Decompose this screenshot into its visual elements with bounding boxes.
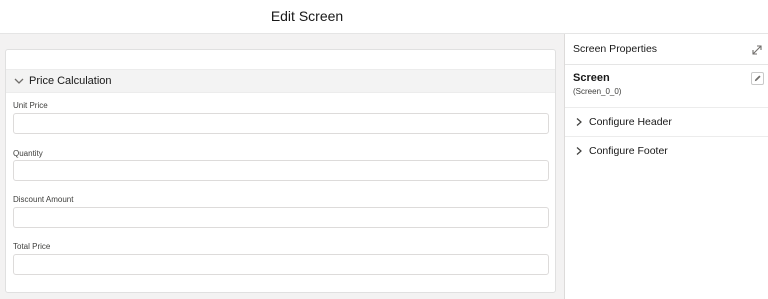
- configure-footer-section[interactable]: Configure Footer: [565, 136, 768, 165]
- screen-card[interactable]: Price Calculation Unit Price Quantity Di…: [5, 49, 556, 293]
- unit-price-input[interactable]: [13, 113, 549, 134]
- screen-canvas: Price Calculation Unit Price Quantity Di…: [0, 34, 564, 299]
- field-label-total-price: Total Price: [13, 242, 51, 251]
- configure-footer-label: Configure Footer: [589, 145, 668, 157]
- field-label-discount-amount: Discount Amount: [13, 195, 74, 204]
- page-title: Edit Screen: [270, 8, 344, 24]
- configure-header-label: Configure Header: [589, 116, 672, 128]
- properties-panel-header: Screen Properties: [565, 34, 768, 65]
- chevron-down-icon: [14, 78, 24, 84]
- configure-header-section[interactable]: Configure Header: [565, 107, 768, 136]
- expand-icon[interactable]: [751, 44, 763, 56]
- screen-api-name: (Screen_0_0): [573, 87, 622, 96]
- edit-screen-button[interactable]: [751, 72, 764, 85]
- screen-label: Screen: [573, 72, 610, 84]
- properties-panel-title: Screen Properties: [573, 43, 658, 55]
- total-price-input[interactable]: [13, 254, 549, 275]
- pencil-icon: [754, 75, 761, 82]
- discount-amount-input[interactable]: [13, 207, 549, 228]
- quantity-input[interactable]: [13, 160, 549, 181]
- section-title: Price Calculation: [29, 75, 112, 87]
- section-header-price-calculation[interactable]: Price Calculation: [6, 69, 555, 93]
- chevron-right-icon: [576, 147, 582, 155]
- properties-panel: Screen Properties Screen (Screen_0_0) Co…: [564, 34, 768, 299]
- field-label-quantity: Quantity: [13, 149, 43, 158]
- chevron-right-icon: [576, 118, 582, 126]
- field-label-unit-price: Unit Price: [13, 101, 48, 110]
- top-bar: Edit Screen: [0, 0, 768, 34]
